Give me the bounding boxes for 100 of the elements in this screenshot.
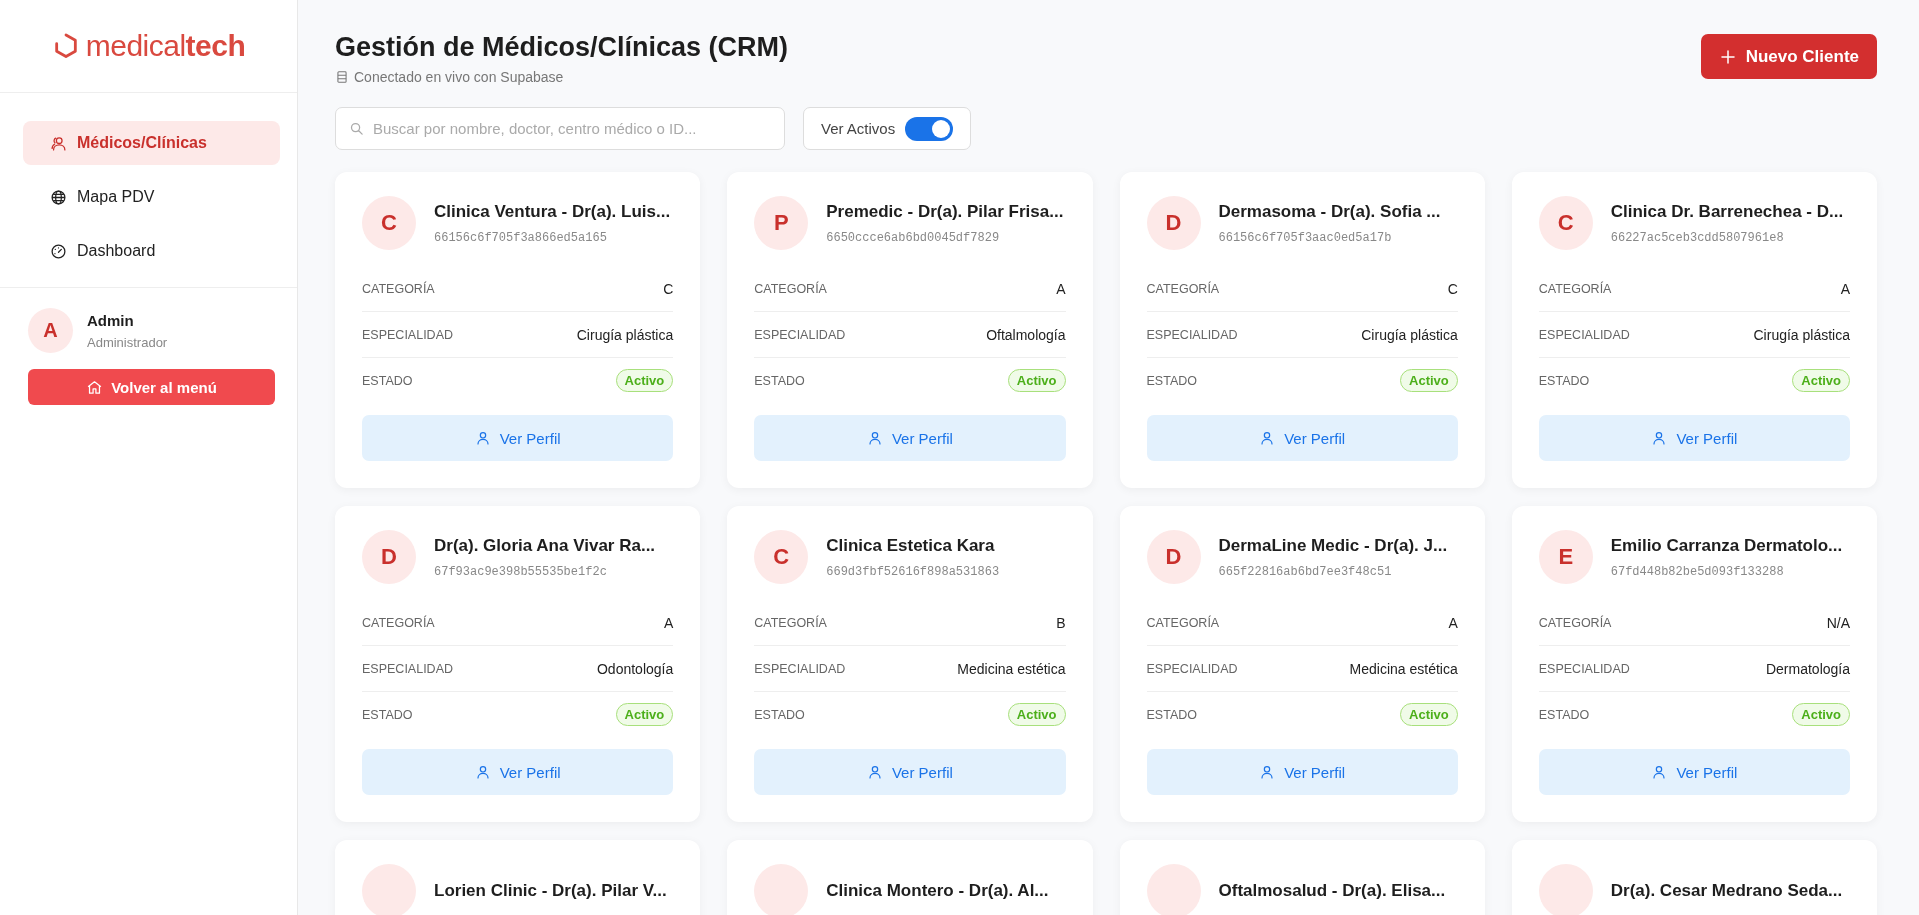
- user-icon: [1651, 764, 1668, 780]
- client-id: 669d3fbf52616f898a531863: [826, 564, 1000, 579]
- client-id: 66156c6f705f3a866ed5a165: [434, 230, 608, 245]
- status-badge: Activo: [615, 369, 674, 392]
- globe-icon: [50, 188, 67, 206]
- user-icon: [474, 430, 491, 446]
- search-icon: [349, 121, 364, 136]
- status-badge: Activo: [1007, 703, 1066, 726]
- initial-avatar: D: [1146, 196, 1201, 250]
- database-icon: [335, 70, 349, 84]
- user-icon: [1259, 764, 1276, 780]
- field-label: ESTADO: [362, 373, 413, 388]
- field-value: Cirugía plástica: [1753, 326, 1850, 343]
- user-icon: [474, 764, 491, 780]
- user-icon: [866, 764, 883, 780]
- page-subtitle: Conectado en vivo con Supabase: [354, 69, 564, 85]
- field-label: ESPECIALIDAD: [362, 661, 453, 676]
- field-label: ESTADO: [754, 707, 805, 722]
- view-profile-button[interactable]: Ver Perfil: [362, 749, 674, 795]
- view-profile-button[interactable]: Ver Perfil: [362, 415, 674, 461]
- toggle-label: Ver Activos: [821, 120, 896, 137]
- initial-avatar: D: [362, 530, 416, 584]
- field-value: Odontología: [596, 660, 674, 677]
- logo-text: medicaltech: [85, 29, 246, 63]
- view-profile-button[interactable]: Ver Perfil: [754, 415, 1066, 461]
- field-label: ESTADO: [362, 707, 413, 722]
- status-badge: Activo: [1792, 369, 1850, 392]
- client-name: Clinica Dr. Barrenechea - D...: [1610, 201, 1844, 222]
- field-value: Dermatología: [1765, 660, 1850, 677]
- view-profile-button[interactable]: Ver Perfil: [1146, 749, 1458, 795]
- view-profile-button[interactable]: Ver Perfil: [1538, 415, 1850, 461]
- sidebar-item[interactable]: Mapa PDV: [23, 175, 280, 219]
- gauge-icon: [50, 242, 67, 260]
- field-label: CATEGORÍA: [362, 615, 435, 630]
- client-name: Emilio Carranza Dermatolo...: [1610, 535, 1843, 556]
- sidebar-item[interactable]: Médicos/Clínicas: [23, 121, 280, 165]
- field-label: ESPECIALIDAD: [754, 327, 846, 342]
- client-name: Clinica Ventura - Dr(a). Luis...: [434, 201, 671, 222]
- field-label: ESPECIALIDAD: [1146, 327, 1238, 342]
- field-value: A: [1056, 280, 1066, 297]
- sidebar-item[interactable]: Dashboard: [23, 229, 280, 273]
- user-icon: [1259, 430, 1276, 446]
- field-label: CATEGORÍA: [1538, 281, 1612, 296]
- client-name: Oftalmosalud - Dr(a). Elisa...: [1218, 881, 1446, 901]
- field-value: C: [1447, 280, 1458, 297]
- field-value: B: [1056, 614, 1066, 631]
- field-label: ESTADO: [1538, 707, 1590, 722]
- initial-avatar: C: [362, 196, 416, 250]
- field-label: ESPECIALIDAD: [754, 661, 846, 676]
- client-id: 66227ac5ceb3cdd5807961e8: [1610, 230, 1785, 245]
- toggle-switch[interactable]: [905, 116, 954, 141]
- field-label: ESPECIALIDAD: [1146, 661, 1238, 676]
- user-icon: [866, 430, 883, 446]
- view-profile-button[interactable]: Ver Perfil: [1538, 749, 1850, 795]
- field-value: Oftalmología: [986, 326, 1066, 343]
- status-badge: Activo: [615, 703, 674, 726]
- client-id: 6650ccce6ab6bd0045df7829: [826, 230, 1001, 245]
- view-profile-button[interactable]: Ver Perfil: [754, 749, 1066, 795]
- user-avatar: A: [28, 308, 73, 353]
- user-icon: [1651, 430, 1668, 446]
- client-id: 67fd448b82be5d093f133288: [1610, 564, 1785, 579]
- field-label: CATEGORÍA: [1146, 281, 1220, 296]
- field-label: ESPECIALIDAD: [1538, 661, 1630, 676]
- field-value: Medicina estética: [957, 660, 1066, 677]
- field-label: ESTADO: [1538, 373, 1590, 388]
- view-profile-button[interactable]: Ver Perfil: [1146, 415, 1458, 461]
- plus-icon: [1718, 47, 1737, 66]
- status-badge: Activo: [1400, 703, 1458, 726]
- client-name: Clinica Estetica Kara: [826, 535, 996, 556]
- back-to-menu-button[interactable]: Volver al menú: [28, 369, 275, 405]
- new-client-button[interactable]: Nuevo Cliente: [1700, 34, 1877, 79]
- user-name: Admin: [87, 311, 135, 329]
- status-badge: Activo: [1007, 369, 1066, 392]
- initial-avatar: P: [754, 196, 809, 250]
- field-label: CATEGORÍA: [754, 615, 827, 630]
- client-name: Lorien Clinic - Dr(a). Pilar V...: [434, 881, 667, 901]
- status-badge: Activo: [1400, 369, 1458, 392]
- field-label: ESTADO: [754, 373, 805, 388]
- user-role: Administrador: [87, 334, 168, 350]
- field-value: A: [663, 614, 674, 631]
- field-label: CATEGORÍA: [1538, 615, 1612, 630]
- client-name: Dermasoma - Dr(a). Sofia ...: [1218, 201, 1441, 222]
- field-value: C: [663, 280, 674, 297]
- initial-avatar: E: [1538, 530, 1593, 584]
- client-name: Premedic - Dr(a). Pilar Frisa...: [826, 201, 1064, 222]
- field-value: Medicina estética: [1349, 660, 1458, 677]
- field-value: Cirugía plástica: [576, 326, 674, 343]
- search-field[interactable]: Buscar por nombre, doctor, centro médico o ID...: [335, 107, 785, 150]
- client-name: Clinica Montero - Dr(a). Al...: [826, 881, 1049, 901]
- field-label: CATEGORÍA: [1146, 615, 1220, 630]
- client-name: Dr(a). Cesar Medrano Seda...: [1610, 881, 1843, 901]
- page-title: Gestión de Médicos/Clínicas (CRM): [335, 32, 789, 63]
- field-label: ESTADO: [1146, 707, 1197, 722]
- field-label: ESTADO: [1146, 373, 1197, 388]
- client-id: 665f22816ab6bd7ee3f48c51: [1218, 564, 1393, 579]
- field-value: N/A: [1826, 614, 1850, 631]
- field-label: CATEGORÍA: [754, 281, 827, 296]
- home-icon: [86, 378, 104, 396]
- field-label: ESPECIALIDAD: [362, 327, 453, 342]
- field-value: A: [1840, 280, 1850, 297]
